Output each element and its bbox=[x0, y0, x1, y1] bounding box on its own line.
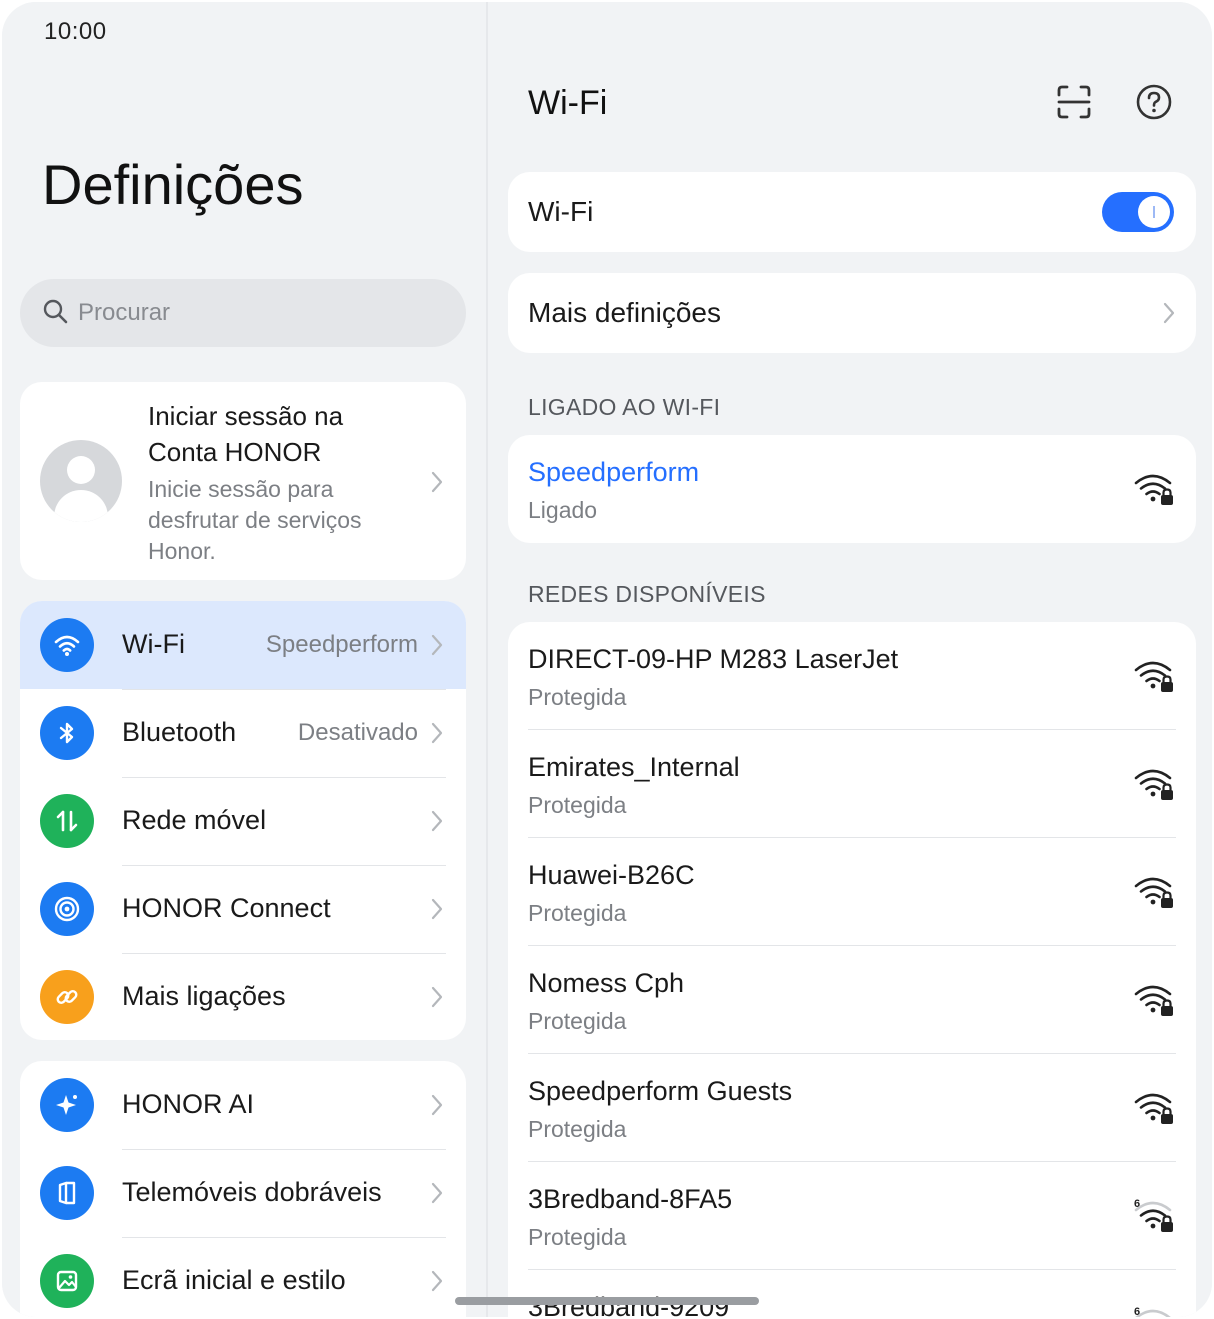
network-status: Protegida bbox=[528, 1116, 627, 1142]
sidebar-item-label: Wi-Fi bbox=[122, 629, 185, 659]
search-placeholder: Procurar bbox=[78, 299, 171, 326]
sidebar-item-wifi[interactable]: Wi-Fi Speedperform bbox=[20, 601, 466, 689]
wifi-locked-icon bbox=[1134, 766, 1176, 807]
settings-pane: 10:00 Definições Procurar Iniciar sessão… bbox=[2, 2, 486, 1317]
network-row[interactable]: Huawei-B26C Protegida bbox=[508, 838, 1196, 946]
sidebar-item-label: Ecrã inicial e estilo bbox=[122, 1265, 346, 1295]
chevron-right-icon bbox=[430, 1269, 444, 1298]
network-row[interactable]: Emirates_Internal Protegida bbox=[508, 730, 1196, 838]
features-group: HONOR AI Telemóveis dobráveis Ecrã inici… bbox=[20, 1061, 466, 1317]
account-card[interactable]: Iniciar sessão na Conta HONOR Inicie ses… bbox=[20, 382, 466, 580]
wifi-toggle-switch[interactable] bbox=[1102, 192, 1174, 232]
sidebar-item-bluetooth[interactable]: Bluetooth Desativado bbox=[20, 689, 466, 777]
network-row[interactable]: Nomess Cph Protegida bbox=[508, 946, 1196, 1054]
tablet-screen: 10:00 Definições Procurar Iniciar sessão… bbox=[2, 2, 1212, 1317]
network-status: Protegida bbox=[528, 1224, 627, 1250]
ai-sparkle-icon bbox=[40, 1078, 94, 1132]
wifi6-locked-icon: 6 bbox=[1134, 1198, 1176, 1239]
connected-network-name: Speedperform bbox=[528, 457, 700, 487]
sidebar-item-label: Rede móvel bbox=[122, 805, 267, 835]
connected-network-status: Ligado bbox=[528, 497, 598, 523]
sidebar-item-mobile-network[interactable]: Rede móvel bbox=[20, 777, 466, 865]
avatar bbox=[40, 440, 122, 522]
network-row[interactable]: Speedperform Guests Protegida bbox=[508, 1054, 1196, 1162]
sidebar-item-label: Mais ligações bbox=[122, 981, 286, 1011]
network-status: Protegida bbox=[528, 792, 627, 818]
chevron-right-icon bbox=[430, 1093, 444, 1122]
chevron-right-icon bbox=[430, 897, 444, 926]
chevron-right-icon bbox=[430, 809, 444, 838]
network-name: 3Bredband-8FA5 bbox=[528, 1184, 733, 1214]
network-status: Protegida bbox=[528, 684, 627, 710]
home-indicator[interactable] bbox=[455, 1297, 759, 1305]
connected-network-row[interactable]: Speedperform Ligado bbox=[508, 435, 1196, 543]
sidebar-item-more-connections[interactable]: Mais ligações bbox=[20, 953, 466, 1040]
wifi-locked-icon bbox=[1134, 471, 1176, 512]
wifi-locked-icon bbox=[1134, 658, 1176, 699]
network-name: Nomess Cph bbox=[528, 968, 685, 998]
connectivity-group: Wi-Fi Speedperform Bluetooth Desativado … bbox=[20, 601, 466, 1040]
network-row[interactable]: DIRECT-09-HP M283 LaserJet Protegida bbox=[508, 622, 1196, 730]
chevron-right-icon bbox=[430, 633, 444, 662]
chevron-right-icon bbox=[430, 721, 444, 750]
wifi-locked-icon bbox=[1134, 1090, 1176, 1131]
foldable-icon bbox=[40, 1166, 94, 1220]
scan-icon bbox=[1056, 84, 1092, 125]
bluetooth-status: Desativado bbox=[297, 719, 418, 746]
image-icon bbox=[40, 1254, 94, 1308]
network-name: DIRECT-09-HP M283 LaserJet bbox=[528, 644, 899, 674]
scan-qr-button[interactable] bbox=[1054, 84, 1094, 124]
network-name: Huawei-B26C bbox=[528, 860, 695, 890]
sidebar-item-foldable-phones[interactable]: Telemóveis dobráveis bbox=[20, 1149, 466, 1237]
wifi-toggle-label: Wi-Fi bbox=[528, 196, 594, 227]
sidebar-item-label: HONOR AI bbox=[122, 1089, 255, 1119]
mobile-data-icon bbox=[40, 794, 94, 848]
network-name: Emirates_Internal bbox=[528, 752, 740, 782]
wifi-locked-icon bbox=[1134, 874, 1176, 915]
help-icon bbox=[1135, 83, 1173, 126]
link-icon bbox=[40, 970, 94, 1024]
chevron-right-icon bbox=[430, 470, 444, 499]
wifi-icon bbox=[40, 618, 94, 672]
network-name: Speedperform Guests bbox=[528, 1076, 793, 1106]
account-subtitle: Inicie sessão para desfrutar de serviços… bbox=[148, 476, 362, 564]
available-section-header: REDES DISPONÍVEIS bbox=[528, 581, 766, 607]
network-row[interactable]: 3Bredband-9209 6 bbox=[508, 1270, 1196, 1317]
page-title: Definições bbox=[42, 153, 304, 216]
available-networks-list: DIRECT-09-HP M283 LaserJet Protegida Emi… bbox=[508, 622, 1196, 1317]
sidebar-item-label: Telemóveis dobráveis bbox=[122, 1177, 382, 1207]
chevron-right-icon bbox=[430, 985, 444, 1014]
wifi-pane: Wi-Fi Wi-Fi Mais definições LIGADO AO WI… bbox=[488, 2, 1212, 1317]
wifi-locked-icon bbox=[1134, 982, 1176, 1023]
connected-section-header: LIGADO AO WI-FI bbox=[528, 394, 721, 420]
search-icon bbox=[42, 298, 68, 329]
sidebar-item-home-screen-style[interactable]: Ecrã inicial e estilo bbox=[20, 1237, 466, 1317]
network-status: Protegida bbox=[528, 1008, 627, 1034]
network-status: Protegida bbox=[528, 900, 627, 926]
sidebar-item-label: Bluetooth bbox=[122, 717, 237, 747]
search-input[interactable]: Procurar bbox=[20, 279, 466, 347]
honor-connect-icon bbox=[40, 882, 94, 936]
network-row[interactable]: 3Bredband-8FA5 Protegida 6 bbox=[508, 1162, 1196, 1270]
more-settings-row[interactable]: Mais definições bbox=[508, 273, 1196, 353]
account-title: Iniciar sessão na Conta HONOR bbox=[148, 401, 344, 467]
sidebar-item-honor-ai[interactable]: HONOR AI bbox=[20, 1061, 466, 1149]
wifi-page-title: Wi-Fi bbox=[528, 84, 608, 122]
bluetooth-icon bbox=[40, 706, 94, 760]
more-settings-label: Mais definições bbox=[528, 297, 721, 328]
status-time: 10:00 bbox=[44, 18, 107, 45]
wifi-current-network: Speedperform bbox=[265, 631, 418, 658]
chevron-right-icon bbox=[430, 1181, 444, 1210]
sidebar-item-label: HONOR Connect bbox=[122, 893, 331, 923]
wifi6-locked-icon: 6 bbox=[1134, 1306, 1176, 1317]
sidebar-item-honor-connect[interactable]: HONOR Connect bbox=[20, 865, 466, 953]
help-button[interactable] bbox=[1134, 84, 1174, 124]
chevron-right-icon bbox=[1162, 301, 1176, 330]
wifi-toggle-card: Wi-Fi bbox=[508, 172, 1196, 252]
